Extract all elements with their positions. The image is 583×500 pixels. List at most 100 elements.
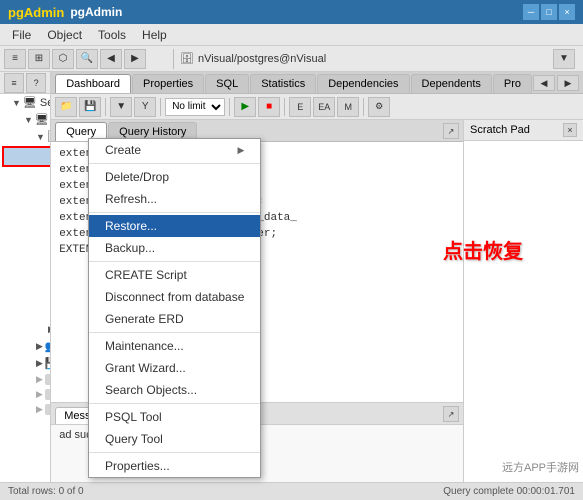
- context-menu-item-query-tool[interactable]: Query Tool: [89, 428, 260, 450]
- servers-icon: 🖥: [23, 96, 37, 109]
- expand-query-btn[interactable]: ↗: [443, 123, 459, 139]
- tree-login-group[interactable]: ▶ 👥 Login/Gro...: [0, 338, 50, 355]
- login-group-arrow-icon: ▶: [36, 341, 43, 352]
- context-menu-sep6: [89, 452, 260, 453]
- misc-btn[interactable]: ⚙: [368, 97, 390, 117]
- servers-arrow-icon: ▼: [12, 98, 21, 108]
- tab-pro[interactable]: Pro: [493, 74, 532, 93]
- save-btn[interactable]: 💾: [79, 97, 101, 117]
- stop-btn[interactable]: ■: [258, 97, 280, 117]
- context-menu-item-create-script[interactable]: CREATE Script: [89, 264, 260, 286]
- blurred3-arrow-icon: ▶: [36, 404, 43, 415]
- tree-tablespace[interactable]: ▶ 💾 Tablespa...: [0, 355, 50, 372]
- filter-btn[interactable]: ▼: [110, 97, 132, 117]
- context-menu-item-generate-erd[interactable]: Generate ERD: [89, 308, 260, 330]
- tree-postgr[interactable]: ▶ 🗄 postgr...: [0, 321, 50, 338]
- tree-item-eve[interactable]: ▶ 📁 Eve...: [0, 202, 50, 219]
- context-menu-item-restore[interactable]: Restore...: [89, 215, 260, 237]
- prev-tab-btn[interactable]: ◀: [533, 75, 555, 91]
- context-menu-refresh-label: Refresh...: [105, 192, 157, 206]
- context-menu-restore-label: Restore...: [105, 219, 157, 233]
- window-controls: ─ □ ×: [523, 4, 575, 20]
- context-menu-item-properties[interactable]: Properties...: [89, 455, 260, 477]
- tab-dashboard[interactable]: Dashboard: [55, 74, 131, 93]
- tree-blurred-2[interactable]: ▶ ████████: [0, 387, 50, 402]
- path-bar: 🗄 nVisual/postgres@nVisual ▼: [176, 49, 579, 69]
- chinese-annotation: 点击恢复: [443, 235, 523, 264]
- context-menu-properties-label: Properties...: [105, 459, 170, 473]
- context-menu: Create ▶ Delete/Drop Refresh... Restore.…: [88, 138, 261, 478]
- open-file-btn[interactable]: 📁: [55, 97, 77, 117]
- tree-item-ext[interactable]: ▶ 📁 Ext...: [0, 219, 50, 236]
- context-menu-item-refresh[interactable]: Refresh...: [89, 188, 260, 210]
- databases-icon: 🗄: [47, 130, 50, 143]
- next-tab-btn[interactable]: ▶: [557, 75, 579, 91]
- scratch-pad-label: Scratch Pad: [470, 124, 530, 136]
- context-menu-item-create[interactable]: Create ▶: [89, 139, 260, 161]
- sidebar-icon1[interactable]: ≡: [4, 73, 24, 93]
- path-dropdown-btn[interactable]: ▼: [553, 49, 575, 69]
- run-btn[interactable]: ▶: [234, 97, 256, 117]
- context-menu-generate-erd-label: Generate ERD: [105, 312, 184, 326]
- context-menu-item-delete[interactable]: Delete/Drop: [89, 166, 260, 188]
- tree-blurred-1[interactable]: ▶ ████████: [0, 372, 50, 387]
- status-bar: Total rows: 0 of 0 Query complete 00:00:…: [0, 482, 583, 500]
- blurred2-label: ████████: [45, 389, 50, 400]
- scratch-pad-header: Scratch Pad ×: [464, 120, 583, 141]
- tree-item-fo[interactable]: ▶ 📁 Fo...: [0, 236, 50, 253]
- no-limit-select[interactable]: No limit 100 500 1000: [165, 98, 225, 116]
- tree-nvisual-db[interactable]: ▼ 🗄 nVisual: [2, 146, 50, 167]
- context-menu-sep2: [89, 212, 260, 213]
- tab-properties[interactable]: Properties: [132, 74, 204, 93]
- context-menu-backup-label: Backup...: [105, 241, 155, 255]
- tree-nvisual-server[interactable]: ▼ 🖥 nVisual: [0, 111, 50, 128]
- context-menu-item-grant-wizard[interactable]: Grant Wizard...: [89, 357, 260, 379]
- object-icon-btn[interactable]: ≡: [4, 49, 26, 69]
- scratch-pad-close-btn[interactable]: ×: [563, 123, 577, 137]
- context-menu-item-psql[interactable]: PSQL Tool: [89, 406, 260, 428]
- tab-sql[interactable]: SQL: [205, 74, 249, 93]
- menu-file[interactable]: File: [4, 26, 39, 44]
- filter2-btn[interactable]: Y: [134, 97, 156, 117]
- search-icon-btn[interactable]: 🔍: [76, 49, 98, 69]
- login-group-icon: 👥: [45, 340, 50, 353]
- menu-tools[interactable]: Tools: [90, 26, 134, 44]
- back-icon-btn[interactable]: ◀: [100, 49, 122, 69]
- app-logo: pgAdmin: [8, 5, 64, 20]
- tab-dependencies[interactable]: Dependencies: [317, 74, 409, 93]
- context-menu-item-search[interactable]: Search Objects...: [89, 379, 260, 401]
- context-menu-item-maintenance[interactable]: Maintenance...: [89, 335, 260, 357]
- tree-item-cas[interactable]: ▶ 📁 Cas...: [0, 168, 50, 185]
- context-menu-item-disconnect[interactable]: Disconnect from database: [89, 286, 260, 308]
- toolbar-sep5: [363, 98, 364, 116]
- maximize-button[interactable]: □: [541, 4, 557, 20]
- tree-blurred-3[interactable]: ▶ ████████: [0, 402, 50, 417]
- commit-btn[interactable]: M: [337, 97, 359, 117]
- tab-dependents[interactable]: Dependents: [411, 74, 492, 93]
- expand-results-btn[interactable]: ↗: [443, 406, 459, 422]
- explain-btn[interactable]: E: [289, 97, 311, 117]
- create-submenu-arrow-icon: ▶: [237, 145, 244, 156]
- context-menu-item-backup[interactable]: Backup...: [89, 237, 260, 259]
- tree-item-cata[interactable]: ▶ 📁 Cata...: [0, 185, 50, 202]
- blurred3-label: ████████: [45, 404, 50, 415]
- tree-databases[interactable]: ▼ 🗄 Databases (2): [0, 128, 50, 145]
- tree-servers[interactable]: ▼ 🖥 Servers (10): [0, 94, 50, 111]
- explain-analyze-btn[interactable]: EA: [313, 97, 335, 117]
- menu-help[interactable]: Help: [134, 26, 175, 44]
- context-menu-create-script-label: CREATE Script: [105, 268, 187, 282]
- tree-item-sch[interactable]: ▶ 📁 Sch...: [0, 287, 50, 304]
- context-menu-delete-label: Delete/Drop: [105, 170, 169, 184]
- tree-item-pub[interactable]: ▶ 📁 Pub...: [0, 270, 50, 287]
- table-icon-btn[interactable]: ⊞: [28, 49, 50, 69]
- view-icon-btn[interactable]: ⬡: [52, 49, 74, 69]
- minimize-button[interactable]: ─: [523, 4, 539, 20]
- sidebar-icon2[interactable]: ?: [26, 73, 46, 93]
- close-button[interactable]: ×: [559, 4, 575, 20]
- tree-item-sub[interactable]: ▶ 📁 Sub...: [0, 304, 50, 321]
- forward-icon-btn[interactable]: ▶: [124, 49, 146, 69]
- tab-statistics[interactable]: Statistics: [250, 74, 316, 93]
- tree-item-lan[interactable]: ▶ 📁 Lan...: [0, 253, 50, 270]
- menu-object[interactable]: Object: [39, 26, 90, 44]
- scratch-pad-content[interactable]: [464, 141, 583, 481]
